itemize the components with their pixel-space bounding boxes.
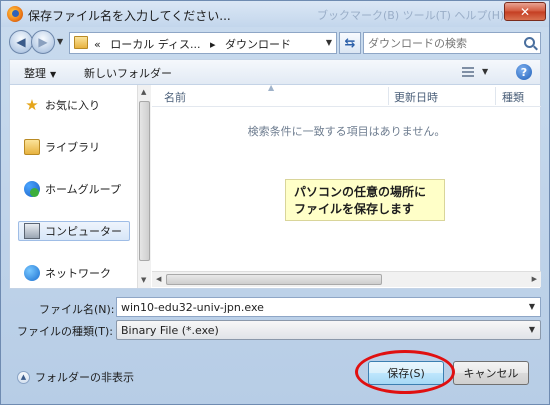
file-name-field[interactable]	[121, 300, 516, 315]
browse-area: ★ お気に入り ライブラリ ホームグループ コンピューター ネットワーク ▲ ▼…	[9, 83, 541, 289]
chevron-down-icon[interactable]: ▼	[529, 302, 535, 311]
computer-icon	[24, 223, 40, 239]
column-header-name[interactable]: 名前	[164, 89, 186, 105]
empty-results-message: 検索条件に一致する項目はありません。	[247, 125, 446, 138]
view-options-icon[interactable]	[462, 67, 474, 77]
nav-item-computer[interactable]: コンピューター	[18, 221, 130, 241]
breadcrumb: « ローカル ディス... ▸ ダウンロード	[94, 36, 297, 52]
column-divider[interactable]	[495, 87, 496, 105]
breadcrumb-downloads[interactable]: ダウンロード	[225, 38, 291, 51]
recent-pages-dropdown-icon[interactable]: ▼	[57, 37, 63, 46]
network-icon	[24, 265, 40, 281]
file-name-combobox[interactable]: ▼	[116, 297, 541, 317]
nav-item-label: お気に入り	[45, 99, 100, 112]
homegroup-icon	[24, 181, 40, 197]
horizontal-scroll-thumb[interactable]	[166, 274, 382, 285]
chevron-down-icon[interactable]: ▼	[529, 325, 535, 334]
callout-line-1: パソコンの任意の場所に	[294, 185, 427, 199]
background-menu-text: ブックマーク(B) ツール(T) ヘルプ(H)	[317, 9, 505, 22]
annotation-callout: パソコンの任意の場所に ファイルを保存します	[285, 179, 445, 221]
file-type-select[interactable]: Binary File (*.exe) ▼	[116, 320, 541, 340]
close-button[interactable]: ✕	[504, 2, 546, 21]
scroll-right-icon[interactable]: ▶	[532, 275, 537, 283]
arrow-left-icon: ◀	[16, 35, 26, 49]
breadcrumb-local-disk[interactable]: ローカル ディス...	[110, 38, 200, 51]
address-dropdown-icon[interactable]: ▼	[326, 38, 332, 47]
column-divider[interactable]	[388, 87, 389, 105]
highlight-ellipse-annotation	[355, 350, 455, 394]
nav-item-label: ホームグループ	[45, 183, 122, 196]
cancel-button[interactable]: キャンセル	[453, 361, 529, 385]
search-input[interactable]	[368, 35, 518, 51]
dialog-title: 保存ファイル名を入力してください...	[28, 9, 231, 23]
hide-folders-label: フォルダーの非表示	[35, 371, 134, 384]
search-icon[interactable]	[524, 37, 535, 48]
address-bar[interactable]: « ローカル ディス... ▸ ダウンロード ▼	[69, 32, 337, 54]
file-type-label: ファイルの種類(T):	[17, 325, 114, 338]
firefox-icon	[7, 6, 23, 22]
breadcrumb-separator-icon[interactable]: ▸	[210, 38, 216, 51]
search-box[interactable]	[363, 32, 541, 54]
navigation-pane: ★ お気に入り ライブラリ ホームグループ コンピューター ネットワーク	[10, 85, 136, 288]
view-options-dropdown-icon[interactable]: ▼	[482, 67, 488, 76]
nav-item-label: ネットワーク	[45, 267, 111, 280]
back-button[interactable]: ◀	[9, 30, 33, 54]
column-header-type[interactable]: 種類	[502, 89, 524, 105]
nav-item-network[interactable]: ネットワーク	[24, 263, 111, 283]
library-icon	[24, 139, 40, 155]
column-header-date-modified[interactable]: 更新日時	[394, 89, 438, 105]
refresh-icon: ⇆	[344, 35, 356, 51]
callout-line-2: ファイルを保存します	[294, 202, 415, 216]
save-file-dialog: 保存ファイル名を入力してください... ブックマーク(B) ツール(T) ヘルプ…	[0, 0, 550, 405]
nav-item-label: コンピューター	[45, 225, 122, 238]
scroll-up-icon[interactable]: ▲	[141, 88, 146, 96]
scroll-left-icon[interactable]: ◀	[156, 275, 161, 283]
title-bar: 保存ファイル名を入力してください... ブックマーク(B) ツール(T) ヘルプ…	[1, 1, 549, 27]
file-list-horizontal-scrollbar[interactable]: ◀ ▶	[152, 271, 541, 287]
command-toolbar: 整理 ▼ 新しいフォルダー ▼ ?	[9, 59, 541, 85]
column-header-row: ▲ 名前 更新日時 種類	[152, 83, 541, 107]
address-row: ◀ ▶ ▼ « ローカル ディス... ▸ ダウンロード ▼ ⇆	[1, 27, 549, 57]
new-folder-button[interactable]: 新しいフォルダー	[84, 65, 172, 81]
nav-pane-scroll-thumb[interactable]	[139, 101, 150, 261]
organize-label: 整理	[24, 67, 46, 80]
chevron-up-icon: ▲	[17, 370, 30, 384]
scroll-down-icon[interactable]: ▼	[141, 276, 146, 284]
help-icon[interactable]: ?	[516, 64, 532, 80]
chevron-down-icon: ▼	[50, 70, 57, 79]
file-type-value: Binary File (*.exe)	[121, 324, 219, 337]
nav-item-favorites[interactable]: ★ お気に入り	[24, 95, 100, 115]
nav-item-label: ライブラリ	[45, 141, 100, 154]
refresh-button[interactable]: ⇆	[339, 32, 361, 54]
hide-folders-toggle[interactable]: ▲ フォルダーの非表示	[17, 369, 134, 385]
nav-pane-scrollbar[interactable]: ▲ ▼	[137, 85, 151, 288]
star-icon: ★	[25, 96, 39, 114]
sort-indicator-icon: ▲	[268, 83, 275, 92]
forward-button[interactable]: ▶	[31, 30, 55, 54]
organize-menu-button[interactable]: 整理 ▼	[24, 65, 56, 81]
folder-icon	[74, 36, 88, 49]
file-name-label: ファイル名(N):	[39, 303, 115, 316]
nav-item-libraries[interactable]: ライブラリ	[24, 137, 100, 157]
breadcrumb-overflow[interactable]: «	[94, 38, 101, 51]
nav-item-homegroup[interactable]: ホームグループ	[24, 179, 121, 199]
arrow-right-icon: ▶	[38, 35, 48, 49]
